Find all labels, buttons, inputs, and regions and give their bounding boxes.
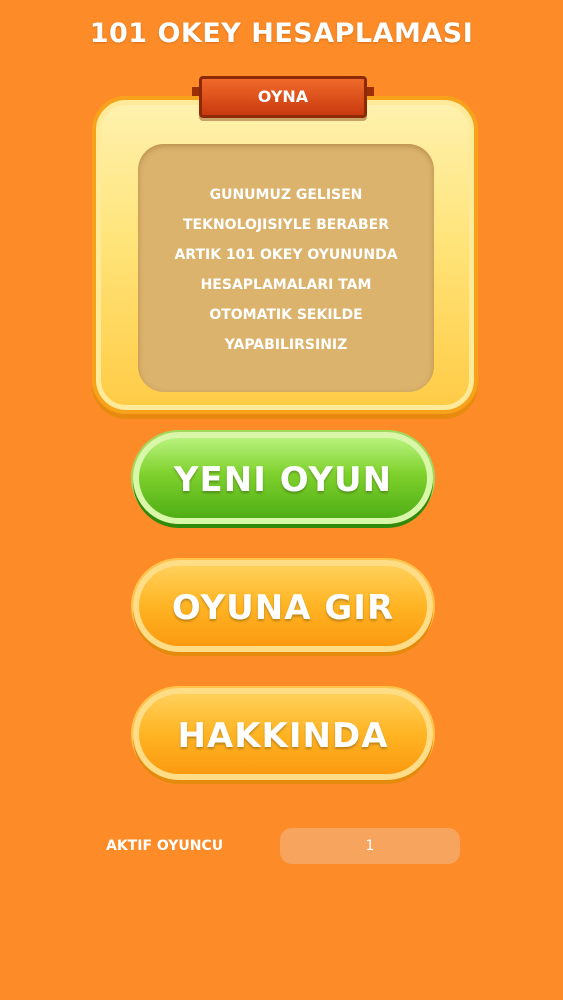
oyna-ribbon-label: OYNA (192, 76, 374, 118)
info-panel-inner: GUNUMUZ GELISEN TEKNOLOJISIYLE BERABER A… (138, 144, 434, 392)
active-player-label: AKTIF OYUNCU (106, 838, 224, 854)
about-button[interactable]: HAKKINDA (133, 688, 433, 780)
new-game-button[interactable]: YENI OYUN (133, 432, 433, 524)
app-title: 101 OKEY HESAPLAMASI (89, 18, 474, 49)
active-player-value: 1 (280, 828, 460, 864)
info-panel: GUNUMUZ GELISEN TEKNOLOJISIYLE BERABER A… (92, 96, 478, 414)
join-game-button[interactable]: OYUNA GIR (133, 560, 433, 652)
info-description: GUNUMUZ GELISEN TEKNOLOJISIYLE BERABER A… (174, 187, 398, 353)
